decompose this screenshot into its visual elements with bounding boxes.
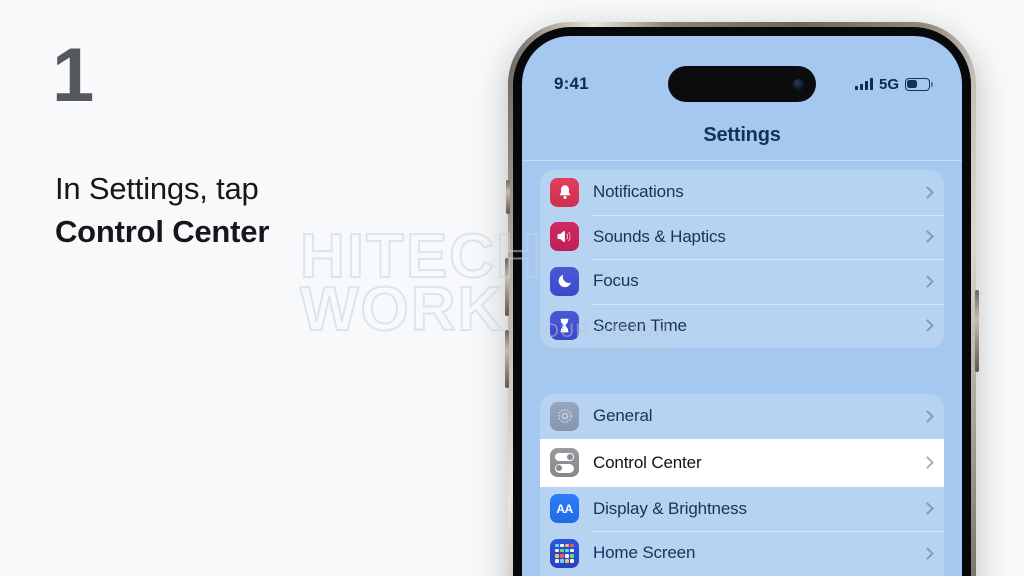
phone-screen: 9:41 5G Settings Notifications Sounds & … [522,36,962,576]
settings-list[interactable]: Notifications Sounds & Haptics Focus Scr… [522,162,962,576]
chevron-right-icon [921,185,934,199]
settings-row-label: Home Screen [593,543,696,563]
speaker-waves-icon [550,222,579,252]
settings-row-display-brightness[interactable]: AA Display & Brightness [540,487,944,532]
volume-down-button[interactable] [505,330,509,388]
nav-divider [522,160,962,161]
chevron-right-icon [921,456,934,469]
chevron-right-icon [921,409,934,423]
settings-row-control-center[interactable]: Control Center [540,438,944,487]
battery-fill [907,79,917,89]
row-divider [592,303,944,305]
settings-row-sounds-haptics[interactable]: Sounds & Haptics [540,214,944,260]
dynamic-island [668,66,816,102]
chevron-right-icon [921,230,934,244]
settings-row-notifications[interactable]: Notifications [540,170,944,215]
cellular-bars-icon [854,78,873,90]
network-type-label: 5G [878,75,899,93]
settings-row-label: Display & Brightness [593,498,747,518]
settings-row-label: General [593,406,653,426]
chevron-right-icon [921,502,934,516]
chevron-right-icon [921,274,934,288]
chevron-right-icon [921,319,934,333]
settings-group-2: General Control Center AA Display & Brig… [540,394,944,576]
settings-row-general[interactable]: General [540,394,944,439]
iphone-mockup: 9:41 5G Settings Notifications Sounds & … [505,22,979,576]
toggle-pill-bottom [555,463,574,473]
page-title: Settings [703,124,781,146]
silent-switch-button[interactable] [506,180,510,214]
settings-row-home-screen[interactable]: Home Screen [540,531,944,576]
side-power-button[interactable] [975,290,979,372]
toggle-pill-top [555,452,574,462]
front-camera-lens-icon [793,78,804,90]
aa-text-icon: AA [550,494,579,524]
hourglass-icon [550,311,579,341]
battery-icon [905,77,933,91]
moon-icon [550,266,579,296]
chevron-right-icon [921,546,934,560]
volume-up-button[interactable] [505,258,509,316]
toggles-icon [550,448,579,477]
settings-row-label: Control Center [593,452,702,472]
settings-row-label: Notifications [593,182,684,202]
instruction-line-1: In Settings, tap [55,171,259,206]
row-divider [592,531,944,532]
row-divider [592,214,944,216]
settings-row-label: Screen Time [593,315,687,335]
settings-group-1: Notifications Sounds & Haptics Focus Scr… [540,170,944,348]
settings-row-label: Focus [593,271,639,291]
settings-row-label: Sounds & Haptics [593,226,726,246]
app-grid-icon [550,538,579,568]
status-bar-indicators: 5G [854,75,933,93]
bell-icon [550,177,579,207]
status-bar-time: 9:41 [554,74,589,93]
instruction-line-2: Control Center [55,213,270,249]
settings-row-screen-time[interactable]: Screen Time [540,303,944,349]
row-divider [592,259,944,260]
gear-icon [550,401,579,431]
screenshot-stage: 1 In Settings, tap Control Center 9:41 5… [0,0,1024,576]
step-number: 1 [52,33,94,118]
instruction-text: In Settings, tap Control Center [55,168,475,254]
settings-row-focus[interactable]: Focus [540,259,944,304]
